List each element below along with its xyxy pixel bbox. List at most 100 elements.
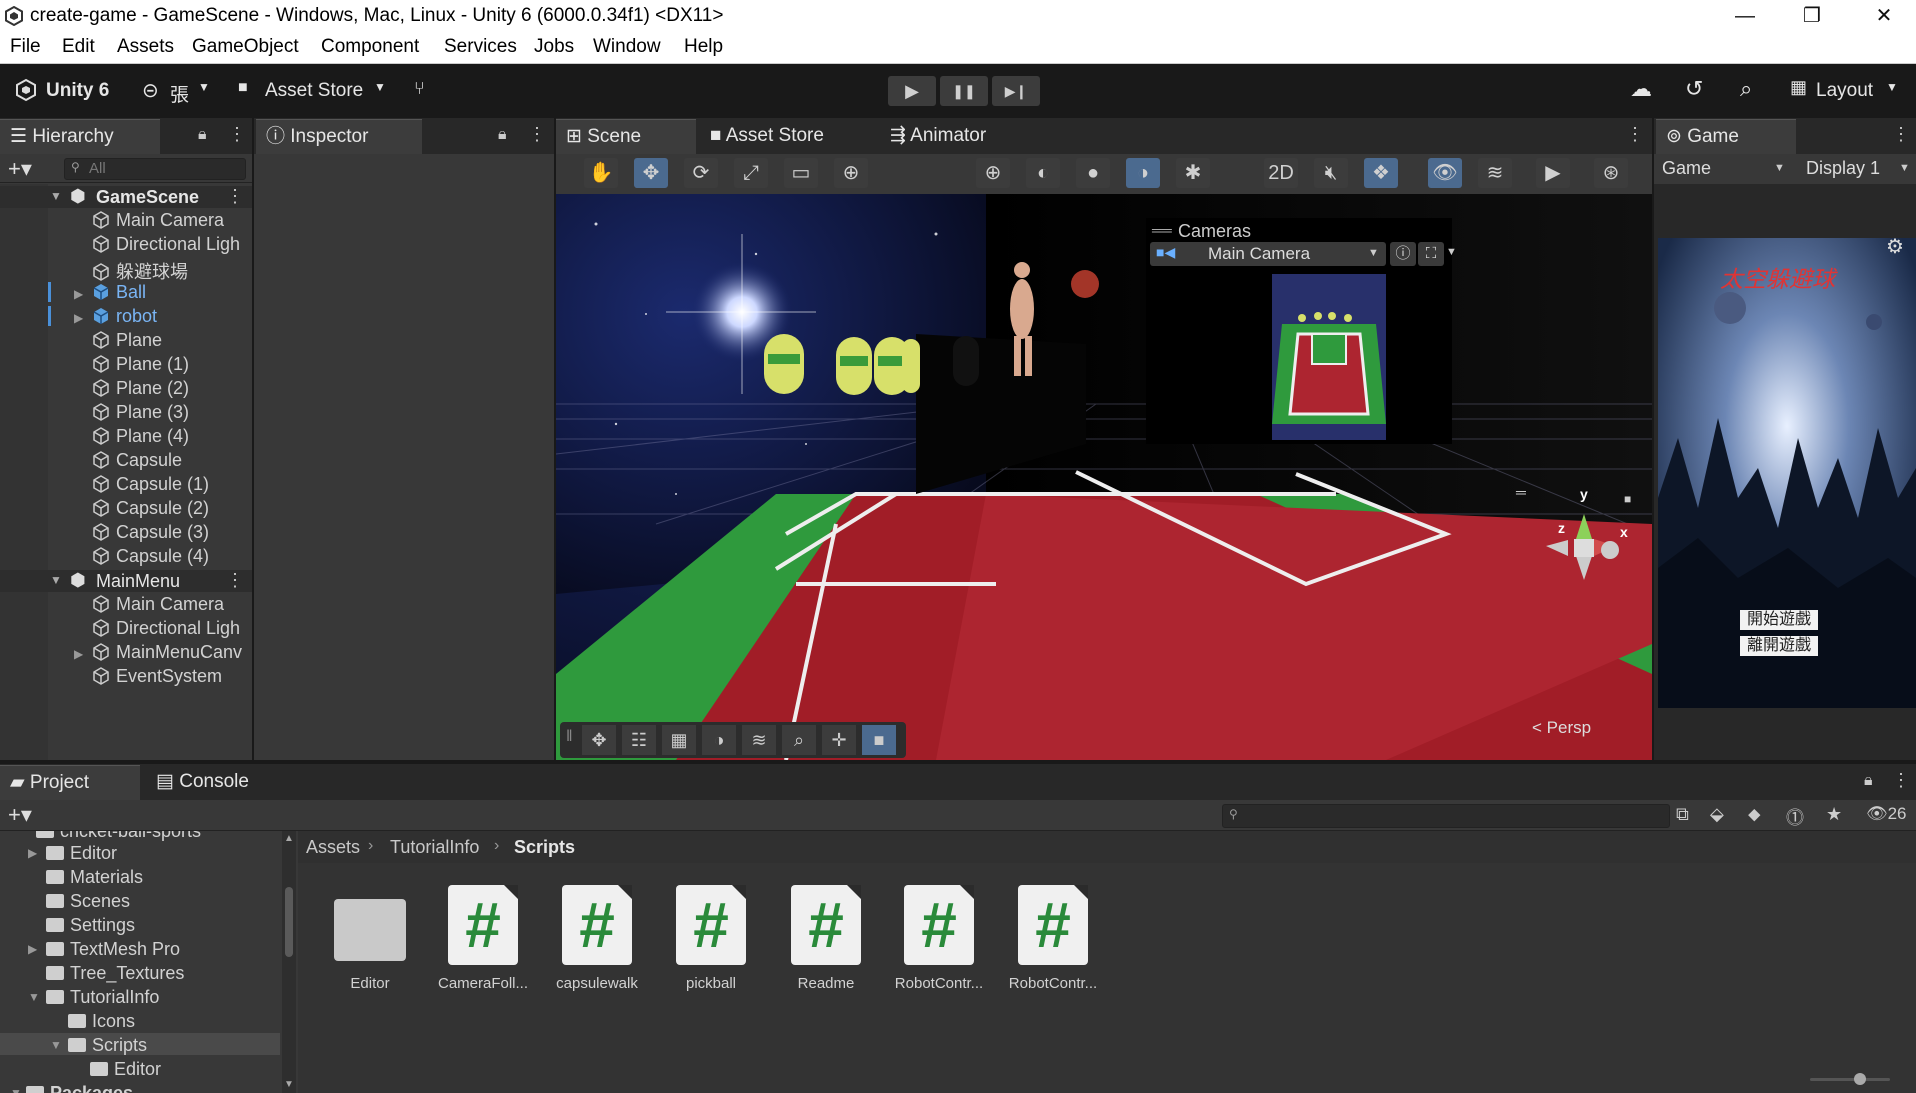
drag-handle-icon[interactable]: ‖ xyxy=(566,728,573,746)
scene-viewport[interactable]: ══ Cameras ■◀ Main Camera ▼ ⓘ ⛶ ▼ y x z … xyxy=(556,194,1652,760)
game-mode-dropdown[interactable]: Game xyxy=(1662,158,1711,179)
asset-script[interactable]: # RobotContr... xyxy=(884,885,994,992)
expand-arrow-icon[interactable]: ▼ xyxy=(10,1086,22,1093)
version-control-icon[interactable]: ⑂ xyxy=(414,78,425,99)
camera-icon[interactable]: ■ xyxy=(862,725,896,755)
grid-icon[interactable]: ▦ xyxy=(662,725,696,755)
more-icon[interactable]: ⋮ xyxy=(1626,124,1644,145)
hierarchy-item[interactable]: Capsule (3) xyxy=(92,522,209,543)
transform-tool-icon[interactable]: ⊕ xyxy=(834,158,868,188)
filter-icon[interactable]: ⧉ xyxy=(1676,804,1689,825)
tab-game[interactable]: ⊚ Game xyxy=(1656,119,1796,154)
expand-arrow-icon[interactable]: ▼ xyxy=(28,990,40,1004)
tree-item[interactable]: Materials xyxy=(46,867,143,888)
menu-component[interactable]: Component xyxy=(321,36,419,58)
shaded-wire-icon[interactable]: ◐ xyxy=(1026,158,1060,188)
label-icon[interactable]: ⬥ xyxy=(1748,804,1761,825)
info-icon[interactable]: ⓘ xyxy=(1390,242,1416,266)
debug-icon[interactable]: ✱ xyxy=(1176,158,1210,188)
camera-select[interactable]: ■◀ Main Camera ▼ xyxy=(1150,242,1386,266)
cloud-icon[interactable]: ☁ xyxy=(1630,76,1652,102)
settings-icon[interactable]: ☷ xyxy=(622,725,656,755)
add-icon[interactable]: +▾ xyxy=(8,802,32,828)
menu-jobs[interactable]: Jobs xyxy=(534,36,574,58)
history-icon[interactable]: ↺ xyxy=(1685,76,1703,102)
lock-icon[interactable]: 🔒︎ xyxy=(1864,772,1873,790)
scene-row-mainmenu[interactable]: ▼ ⬢ MainMenu ⋮ xyxy=(0,570,252,592)
zoom-slider-thumb[interactable] xyxy=(1854,1073,1866,1085)
more-icon[interactable]: ⋮ xyxy=(226,186,244,207)
hierarchy-item[interactable]: EventSystem xyxy=(92,666,222,687)
rotate-tool-icon[interactable]: ⟳ xyxy=(684,158,718,188)
menu-assets[interactable]: Assets xyxy=(117,36,174,58)
type-filter-icon[interactable]: ⬙ xyxy=(1710,804,1724,825)
tab-project[interactable]: ▰ Project xyxy=(0,765,140,800)
asset-script[interactable]: # capsulewalk xyxy=(542,885,652,992)
scene-row-gamescene[interactable]: ▼ ⬢ GameScene ⋮ xyxy=(0,186,252,208)
shaded-icon[interactable]: ● xyxy=(1076,158,1110,188)
more-icon[interactable]: ⋮ xyxy=(228,124,246,145)
tree-item[interactable]: Editor xyxy=(90,1059,161,1080)
hierarchy-item[interactable]: Plane (2) xyxy=(92,378,189,399)
expand-arrow-icon[interactable]: ▶ xyxy=(74,287,83,301)
tree-scrollbar[interactable]: ▲ ▼ xyxy=(282,831,296,1093)
display-dropdown[interactable]: Display 1 xyxy=(1806,158,1880,179)
tree-item[interactable]: Icons xyxy=(68,1011,135,1032)
hierarchy-item[interactable]: Plane xyxy=(92,330,162,351)
scroll-thumb[interactable] xyxy=(285,887,293,957)
tree-item[interactable]: cricket-ball-sports xyxy=(36,831,201,842)
tab-console[interactable]: ▤ Console xyxy=(146,765,286,799)
chevron-down-icon[interactable]: ▼ xyxy=(1446,246,1457,258)
expand-arrow-icon[interactable]: ▶ xyxy=(74,647,83,661)
breadcrumb-tutorialinfo[interactable]: TutorialInfo xyxy=(390,837,479,858)
camera-icon[interactable]: ▶ xyxy=(1536,158,1570,188)
chevron-down-icon[interactable]: ▼ xyxy=(374,80,386,94)
gear-icon[interactable]: ⚙ xyxy=(1886,238,1904,259)
more-icon[interactable]: ⋮ xyxy=(226,570,244,591)
tree-item[interactable]: Scenes xyxy=(46,891,130,912)
hierarchy-item[interactable]: Directional Ligh xyxy=(92,234,240,255)
tree-item[interactable]: Editor xyxy=(46,843,117,864)
chevron-down-icon[interactable]: ▼ xyxy=(1886,80,1898,94)
product-label[interactable]: Unity 6 xyxy=(46,80,109,102)
more-icon[interactable]: ⋮ xyxy=(528,124,546,145)
hierarchy-item[interactable]: Main Camera xyxy=(92,210,224,231)
expand-arrow-icon[interactable]: ▶ xyxy=(28,846,37,860)
chevron-down-icon[interactable]: ▼ xyxy=(1899,162,1910,174)
pivot-icon[interactable]: ✛ xyxy=(822,725,856,755)
tree-item[interactable]: Packages xyxy=(26,1083,133,1093)
projection-label[interactable]: < Persp xyxy=(1532,718,1591,738)
menu-help[interactable]: Help xyxy=(684,36,723,58)
move-tool-icon[interactable]: ✥ xyxy=(582,725,616,755)
breadcrumb-scripts[interactable]: Scripts xyxy=(514,837,575,858)
expand-arrow-icon[interactable]: ▼ xyxy=(50,1038,62,1052)
tree-item[interactable]: Scripts xyxy=(68,1035,147,1056)
maximize-button[interactable]: ❐ xyxy=(1792,2,1832,30)
tab-animator[interactable]: ⇶ Animator xyxy=(880,119,1020,153)
hierarchy-item[interactable]: Plane (1) xyxy=(92,354,189,375)
move-tool-icon[interactable]: ✥ xyxy=(634,158,668,188)
frame-icon[interactable]: ⛶ xyxy=(1418,242,1444,266)
gizmos-icon[interactable]: ⊛ xyxy=(1594,158,1628,188)
menu-services[interactable]: Services xyxy=(444,36,517,58)
search-icon[interactable]: ⌕ xyxy=(1740,76,1752,102)
hierarchy-item[interactable]: Capsule (4) xyxy=(92,546,209,567)
warning-icon[interactable]: ⓵ xyxy=(1786,804,1804,830)
lighting-icon[interactable]: ◑ xyxy=(1126,158,1160,188)
expand-arrow-icon[interactable]: ▼ xyxy=(50,573,62,587)
expand-arrow-icon[interactable]: ▶ xyxy=(74,311,83,325)
project-search[interactable]: ⚲ xyxy=(1222,804,1670,828)
hierarchy-item[interactable]: Plane (3) xyxy=(92,402,189,423)
hierarchy-item[interactable]: Capsule xyxy=(92,450,182,471)
scroll-up-icon[interactable]: ▲ xyxy=(284,833,294,844)
tree-item[interactable]: TutorialInfo xyxy=(46,987,159,1008)
layers-icon[interactable]: ≋ xyxy=(742,725,776,755)
hierarchy-item-robot[interactable]: robot xyxy=(92,306,157,327)
scale-tool-icon[interactable]: ⤢ xyxy=(734,158,768,188)
search-icon[interactable]: ⌕ xyxy=(782,725,816,755)
lock-icon[interactable]: ■ xyxy=(1624,492,1631,506)
visibility-icon[interactable]: 👁︎ xyxy=(1428,158,1462,188)
effects-icon[interactable]: ❖ xyxy=(1364,158,1398,188)
menu-window[interactable]: Window xyxy=(593,36,661,58)
layout-dropdown[interactable]: Layout xyxy=(1816,80,1873,102)
